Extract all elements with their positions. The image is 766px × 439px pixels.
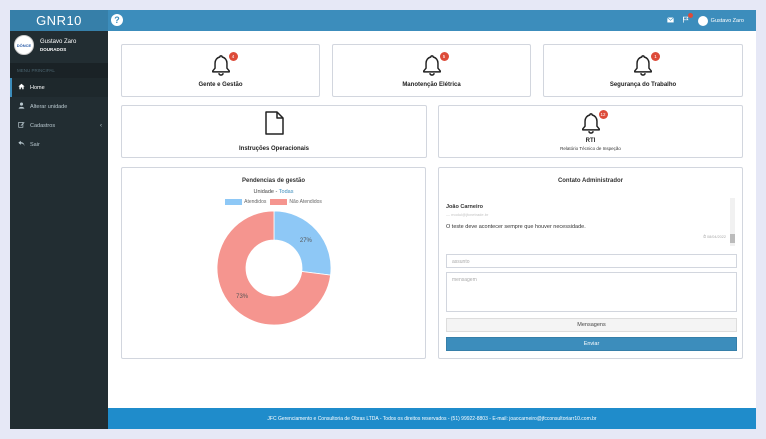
donut-label-1: 73% (236, 294, 249, 300)
message-list[interactable]: João Carneiro — modul@jfcnetrade.br O te… (446, 196, 736, 246)
messages-button[interactable]: Mensagens (446, 318, 737, 332)
legend-label: Atendidos (244, 199, 267, 205)
bell-icon: 12 (580, 110, 608, 134)
edit-icon (18, 121, 27, 130)
sidebar-item-label: Cadastros (30, 122, 56, 129)
subject-input[interactable]: assunto (446, 254, 737, 268)
message-textarea[interactable]: mensagem (446, 272, 737, 312)
back-arrow-icon (18, 140, 27, 149)
notification-badge: 12 (598, 110, 608, 119)
footer-text: JFC Gerenciamento e Consultoria de Obras… (267, 415, 597, 422)
avatar: DÔNCE (14, 35, 34, 55)
message-text: O teste deve acontecer sempre que houver… (446, 224, 586, 230)
card-instrucoes-operacionais[interactable]: Instruções Operacionais (121, 105, 427, 158)
user-info: Gustavo Zaro DOURADOS (40, 39, 76, 52)
flag-icon[interactable] (682, 13, 693, 25)
sidebar-item-label: Alterar unidade (30, 103, 68, 110)
legend-item-nao-atendidos[interactable]: Não Atendidos (270, 199, 322, 205)
card-rti[interactable]: 12 RTI Relatório Técnico de Inspeção (438, 105, 743, 158)
sidebar-item-alterar-unidade[interactable]: Alterar unidade (10, 97, 108, 116)
home-icon (18, 83, 27, 92)
contact-admin-box: Contato Administrador João Carneiro — mo… (438, 167, 743, 359)
donut-chart: 27% 73% (216, 210, 332, 326)
navbar-avatar[interactable] (697, 15, 708, 26)
message-email: — modul@jfcnetrade.br (446, 212, 489, 217)
message-scrollbar[interactable] (730, 198, 735, 246)
contact-title: Contato Administrador (557, 178, 624, 184)
unit-filter-link[interactable]: Todas (279, 189, 294, 195)
donut-label-0: 27% (300, 238, 313, 244)
legend-swatch (225, 199, 243, 205)
bell-icon: 5 (421, 51, 449, 76)
bell-icon: 1 (632, 51, 660, 76)
card-title: Gente e Gestão (198, 81, 243, 88)
user-name: Gustavo Zaro (40, 38, 77, 45)
chart-title: Pendencias de gestão (241, 178, 306, 184)
legend-item-atendidos[interactable]: Atendidos (225, 199, 266, 205)
user-icon (18, 102, 27, 111)
card-title: RTI (585, 138, 596, 144)
chevron-left-icon: ‹ (100, 122, 102, 129)
legend-swatch (270, 199, 288, 205)
sidebar-item-label: Sair (30, 141, 40, 148)
card-seguranca-trabalho[interactable]: 1 Segurança do Trabalho (543, 44, 743, 97)
legend-label: Não Atendidos (289, 199, 322, 205)
unit-filter-label: Unidade - (253, 189, 278, 195)
unit-filter: Unidade - Todas (122, 189, 425, 195)
envelope-icon[interactable] (666, 16, 674, 25)
top-navbar: ? Gustavo Zaro (108, 10, 756, 31)
main-content: 4 Gente e Gestão 5 Manotenção Elétrica 1 (108, 31, 756, 408)
sidebar: GNR10 DÔNCE Gustavo Zaro DOURADOS MENU P… (10, 10, 108, 429)
user-panel: DÔNCE Gustavo Zaro DOURADOS (10, 31, 108, 59)
sidebar-item-sair[interactable]: Sair (10, 135, 108, 154)
card-gente-gestao[interactable]: 4 Gente e Gestão (121, 44, 320, 97)
sidebar-item-cadastros[interactable]: Cadastros ‹ (10, 116, 108, 135)
user-unit: DOURADOS (40, 46, 67, 52)
notification-badge: 5 (439, 51, 449, 61)
help-icon[interactable]: ? (111, 14, 123, 26)
document-icon (264, 111, 284, 140)
card-title: Manotenção Elétrica (402, 81, 461, 88)
menu-header: MENU PRINCIPAL (10, 63, 108, 78)
card-title: Instruções Operacionais (238, 146, 310, 152)
card-title: Segurança do Trabalho (609, 81, 677, 88)
notification-badge: 1 (651, 51, 660, 61)
pending-chart-box: Pendencias de gestão Unidade - Todas Ate… (121, 167, 426, 359)
scrollbar-thumb[interactable] (730, 234, 735, 243)
navbar-user-name[interactable]: Gustavo Zaro (711, 18, 744, 24)
notification-badge: 4 (228, 51, 238, 61)
notification-badge (687, 13, 693, 18)
sidebar-item-label: Home (30, 84, 45, 91)
chart-legend: Atendidos Não Atendidos (122, 199, 425, 205)
message-author: João Carneiro (446, 204, 483, 210)
card-manutencao-eletrica[interactable]: 5 Manotenção Elétrica (332, 44, 531, 97)
navbar-right: Gustavo Zaro (659, 10, 744, 31)
message-date: ⏱ 08/04/2022 (702, 235, 726, 239)
bell-icon: 4 (210, 51, 238, 76)
app-window: GNR10 DÔNCE Gustavo Zaro DOURADOS MENU P… (10, 10, 756, 429)
card-subtitle: Relatório Técnico de Inspeção (560, 146, 621, 151)
sidebar-item-home[interactable]: Home (10, 78, 108, 97)
brand-logo[interactable]: GNR10 (10, 10, 108, 31)
footer: JFC Gerenciamento e Consultoria de Obras… (108, 408, 756, 429)
send-button[interactable]: Enviar (446, 337, 737, 351)
